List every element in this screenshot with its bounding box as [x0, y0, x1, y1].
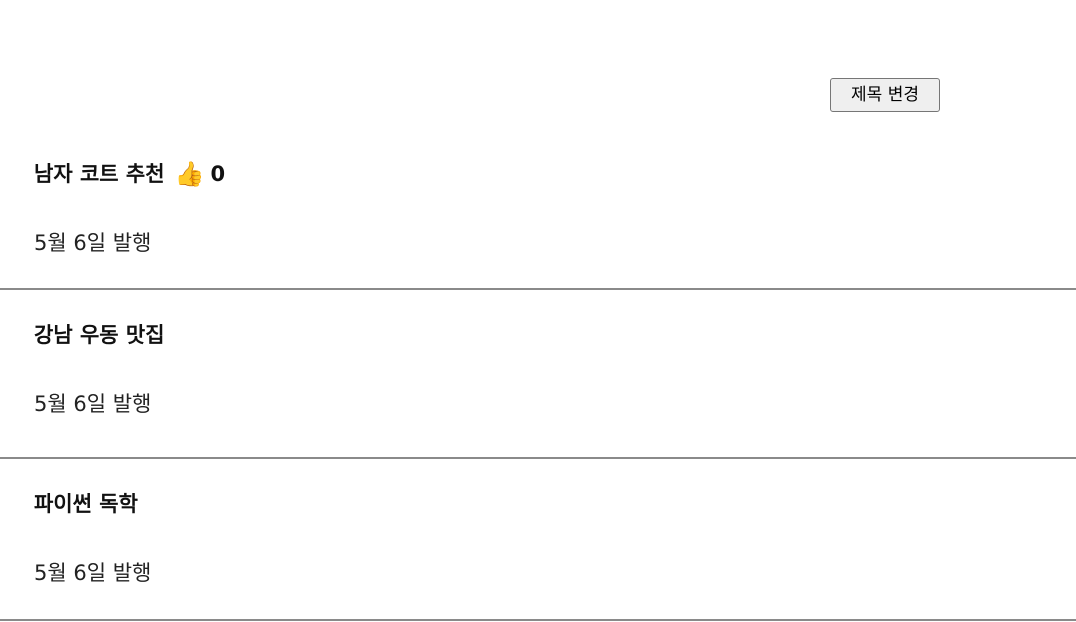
- post-title-row: 남자 코트 추천 👍 0: [34, 157, 225, 191]
- change-title-button[interactable]: 제목 변경: [830, 78, 940, 112]
- list-item: 남자 코트 추천 👍 0 5월 6일 발행: [0, 129, 1076, 290]
- post-title-row: 파이썬 독학: [34, 487, 138, 521]
- post-list: 남자 코트 추천 👍 0 5월 6일 발행 강남 우동 맛집 5월 6일 발행 …: [0, 129, 1076, 621]
- post-date: 5월 6일 발행: [34, 231, 152, 255]
- post-title[interactable]: 강남 우동 맛집: [34, 318, 165, 352]
- post-title-row: 강남 우동 맛집: [34, 318, 165, 352]
- post-title[interactable]: 남자 코트 추천: [34, 157, 165, 191]
- post-date: 5월 6일 발행: [34, 392, 152, 416]
- list-item: 강남 우동 맛집 5월 6일 발행: [0, 290, 1076, 459]
- thumbs-up-icon[interactable]: 👍: [175, 157, 205, 191]
- like-count: 0: [210, 162, 226, 186]
- post-title[interactable]: 파이썬 독학: [34, 487, 138, 521]
- post-date: 5월 6일 발행: [34, 561, 152, 585]
- list-item: 파이썬 독학 5월 6일 발행: [0, 459, 1076, 621]
- page: 제목 변경 남자 코트 추천 👍 0 5월 6일 발행 강남 우동 맛집 5월 …: [0, 0, 1076, 622]
